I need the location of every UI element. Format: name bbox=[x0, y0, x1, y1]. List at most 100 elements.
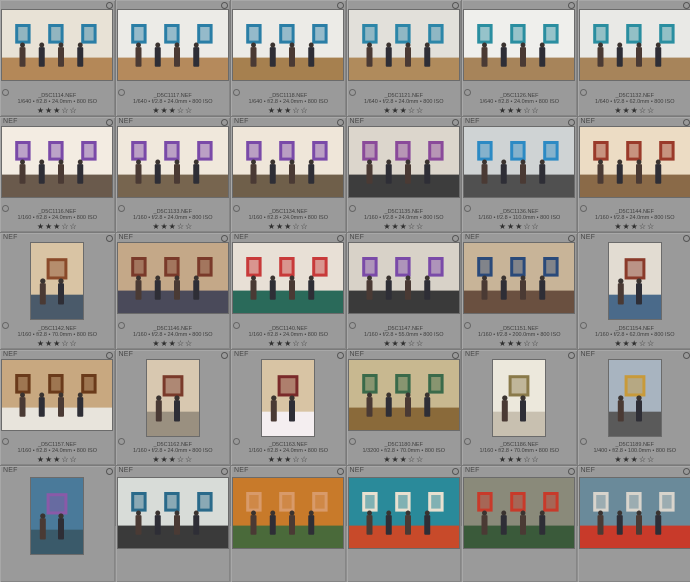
metadata-badge-icon[interactable] bbox=[337, 119, 344, 126]
metadata-badge-icon[interactable] bbox=[568, 352, 575, 359]
metadata-badge-icon[interactable] bbox=[683, 352, 690, 359]
metadata-badge-icon[interactable] bbox=[221, 235, 228, 242]
thumbnail-cell[interactable]: NEF_D5C1189.NEF1/400 • f/2.8 • 100.0mm •… bbox=[578, 350, 690, 466]
photo-thumbnail[interactable] bbox=[233, 478, 343, 548]
thumbnail-cell[interactable]: NEF_D5C1157.NEF1/160 • f/2.8 • 24.0mm • … bbox=[0, 350, 115, 466]
photo-thumbnail[interactable] bbox=[609, 360, 661, 436]
star-rating[interactable]: ★★★☆☆ bbox=[347, 222, 462, 231]
metadata-badge-icon[interactable] bbox=[221, 119, 228, 126]
star-rating[interactable]: ★★★☆☆ bbox=[231, 106, 346, 115]
metadata-badge-icon[interactable] bbox=[337, 352, 344, 359]
metadata-badge-icon[interactable] bbox=[452, 2, 459, 9]
photo-thumbnail[interactable] bbox=[31, 478, 83, 554]
metadata-badge-icon[interactable] bbox=[221, 352, 228, 359]
star-rating[interactable]: ★★★☆☆ bbox=[347, 455, 462, 464]
star-rating[interactable]: ★★★☆☆ bbox=[116, 339, 231, 348]
photo-thumbnail[interactable] bbox=[118, 243, 228, 313]
thumbnail-cell[interactable]: NEF_D5C1146.NEF1/160 • f/2.8 • 24.0mm • … bbox=[116, 233, 231, 349]
photo-thumbnail[interactable] bbox=[580, 478, 690, 548]
metadata-badge-icon[interactable] bbox=[337, 468, 344, 475]
thumbnail-cell[interactable]: NEF_D5C1135.NEF1/160 • f/2.8 • 24.0mm • … bbox=[347, 117, 462, 233]
thumbnail-cell[interactable]: NEF_D5C1180.NEF1/3200 • f/2.8 • 70.0mm •… bbox=[347, 350, 462, 466]
star-rating[interactable]: ★★★☆☆ bbox=[347, 339, 462, 348]
metadata-badge-icon[interactable] bbox=[106, 352, 113, 359]
thumbnail-cell[interactable]: NEF_D5C1134.NEF1/160 • f/2.8 • 24.0mm • … bbox=[231, 117, 346, 233]
photo-thumbnail[interactable] bbox=[464, 10, 574, 80]
photo-thumbnail[interactable] bbox=[349, 127, 459, 197]
metadata-badge-icon[interactable] bbox=[452, 119, 459, 126]
metadata-badge-icon[interactable] bbox=[568, 235, 575, 242]
star-rating[interactable]: ★★★☆☆ bbox=[116, 222, 231, 231]
star-rating[interactable]: ★★★☆☆ bbox=[231, 339, 346, 348]
photo-thumbnail[interactable] bbox=[31, 243, 83, 319]
thumbnail-cell[interactable]: NEF_D5C1147.NEF1/160 • f/2.8 • 55.0mm • … bbox=[347, 233, 462, 349]
thumbnail-cell[interactable]: NEF_D5C1162.NEF1/160 • f/2.8 • 24.0mm • … bbox=[116, 350, 231, 466]
star-rating[interactable]: ★★★☆☆ bbox=[231, 222, 346, 231]
photo-thumbnail[interactable] bbox=[262, 360, 314, 436]
photo-thumbnail[interactable] bbox=[464, 127, 574, 197]
photo-thumbnail[interactable] bbox=[2, 360, 112, 430]
photo-thumbnail[interactable] bbox=[349, 478, 459, 548]
metadata-badge-icon[interactable] bbox=[337, 235, 344, 242]
metadata-badge-icon[interactable] bbox=[452, 235, 459, 242]
photo-thumbnail[interactable] bbox=[2, 127, 112, 197]
metadata-badge-icon[interactable] bbox=[568, 2, 575, 9]
thumbnail-cell[interactable]: NEF bbox=[116, 466, 231, 582]
thumbnail-cell[interactable]: NEF_D5C1151.NEF1/160 • f/2.8 • 200.0mm •… bbox=[462, 233, 577, 349]
photo-thumbnail[interactable] bbox=[609, 243, 661, 319]
thumbnail-cell[interactable]: _D5C1132.NEF1/640 • f/2.8 • 62.0mm • 800… bbox=[578, 0, 690, 116]
photo-thumbnail[interactable] bbox=[349, 10, 459, 80]
metadata-badge-icon[interactable] bbox=[106, 119, 113, 126]
metadata-badge-icon[interactable] bbox=[568, 119, 575, 126]
star-rating[interactable]: ★★★☆☆ bbox=[0, 455, 115, 464]
metadata-badge-icon[interactable] bbox=[106, 2, 113, 9]
star-rating[interactable]: ★★★☆☆ bbox=[462, 222, 577, 231]
thumbnail-cell[interactable]: NEF_D5C1186.NEF1/160 • f/2.8 • 70.0mm • … bbox=[462, 350, 577, 466]
photo-thumbnail[interactable] bbox=[2, 10, 112, 80]
photo-thumbnail[interactable] bbox=[233, 243, 343, 313]
metadata-badge-icon[interactable] bbox=[221, 468, 228, 475]
photo-thumbnail[interactable] bbox=[233, 127, 343, 197]
thumbnail-cell[interactable]: NEF bbox=[0, 466, 115, 582]
thumbnail-cell[interactable]: _D5C1118.NEF1/640 • f/2.8 • 24.0mm • 800… bbox=[231, 0, 346, 116]
thumbnail-cell[interactable]: _D5C1114.NEF1/640 • f/2.8 • 24.0mm • 800… bbox=[0, 0, 115, 116]
thumbnail-cell[interactable]: NEF_D5C1163.NEF1/160 • f/2.8 • 24.0mm • … bbox=[231, 350, 346, 466]
metadata-badge-icon[interactable] bbox=[106, 468, 113, 475]
metadata-badge-icon[interactable] bbox=[106, 235, 113, 242]
photo-thumbnail[interactable] bbox=[118, 127, 228, 197]
photo-thumbnail[interactable] bbox=[118, 10, 228, 80]
metadata-badge-icon[interactable] bbox=[452, 468, 459, 475]
thumbnail-cell[interactable]: NEF_D5C1140.NEF1/160 • f/2.8 • 24.0mm • … bbox=[231, 233, 346, 349]
photo-thumbnail[interactable] bbox=[233, 10, 343, 80]
thumbnail-cell[interactable]: NEF_D5C1144.NEF1/160 • f/2.8 • 24.0mm • … bbox=[578, 117, 690, 233]
photo-thumbnail[interactable] bbox=[493, 360, 545, 436]
star-rating[interactable]: ★★★☆☆ bbox=[578, 106, 690, 115]
star-rating[interactable]: ★★★☆☆ bbox=[462, 339, 577, 348]
photo-thumbnail[interactable] bbox=[464, 243, 574, 313]
thumbnail-cell[interactable]: NEF bbox=[347, 466, 462, 582]
thumbnail-cell[interactable]: NEF bbox=[462, 466, 577, 582]
star-rating[interactable]: ★★★☆☆ bbox=[462, 106, 577, 115]
metadata-badge-icon[interactable] bbox=[683, 235, 690, 242]
thumbnail-cell[interactable]: NEF bbox=[231, 466, 346, 582]
thumbnail-cell[interactable]: NEF_D5C1136.NEF1/160 • f/2.8 • 110.0mm •… bbox=[462, 117, 577, 233]
star-rating[interactable]: ★★★☆☆ bbox=[462, 455, 577, 464]
star-rating[interactable]: ★★★☆☆ bbox=[116, 455, 231, 464]
metadata-badge-icon[interactable] bbox=[452, 352, 459, 359]
star-rating[interactable]: ★★★☆☆ bbox=[578, 222, 690, 231]
thumbnail-cell[interactable]: NEF_D5C1154.NEF1/160 • f/2.8 • 62.0mm • … bbox=[578, 233, 690, 349]
thumbnail-cell[interactable]: NEF_D5C1142.NEF1/160 • f/2.8 • 70.0mm • … bbox=[0, 233, 115, 349]
star-rating[interactable]: ★★★☆☆ bbox=[0, 106, 115, 115]
thumbnail-cell[interactable]: NEF bbox=[578, 466, 690, 582]
thumbnail-cell[interactable]: NEF_D5C1133.NEF1/160 • f/2.8 • 24.0mm • … bbox=[116, 117, 231, 233]
photo-thumbnail[interactable] bbox=[118, 478, 228, 548]
metadata-badge-icon[interactable] bbox=[683, 468, 690, 475]
thumbnail-cell[interactable]: NEF_D5C1116.NEF1/160 • f/2.8 • 24.0mm • … bbox=[0, 117, 115, 233]
thumbnail-cell[interactable]: _D5C1126.NEF1/640 • f/2.8 • 24.0mm • 800… bbox=[462, 0, 577, 116]
metadata-badge-icon[interactable] bbox=[337, 2, 344, 9]
photo-thumbnail[interactable] bbox=[580, 10, 690, 80]
star-rating[interactable]: ★★★☆☆ bbox=[347, 106, 462, 115]
star-rating[interactable]: ★★★☆☆ bbox=[578, 455, 690, 464]
star-rating[interactable]: ★★★☆☆ bbox=[0, 222, 115, 231]
photo-thumbnail[interactable] bbox=[464, 478, 574, 548]
